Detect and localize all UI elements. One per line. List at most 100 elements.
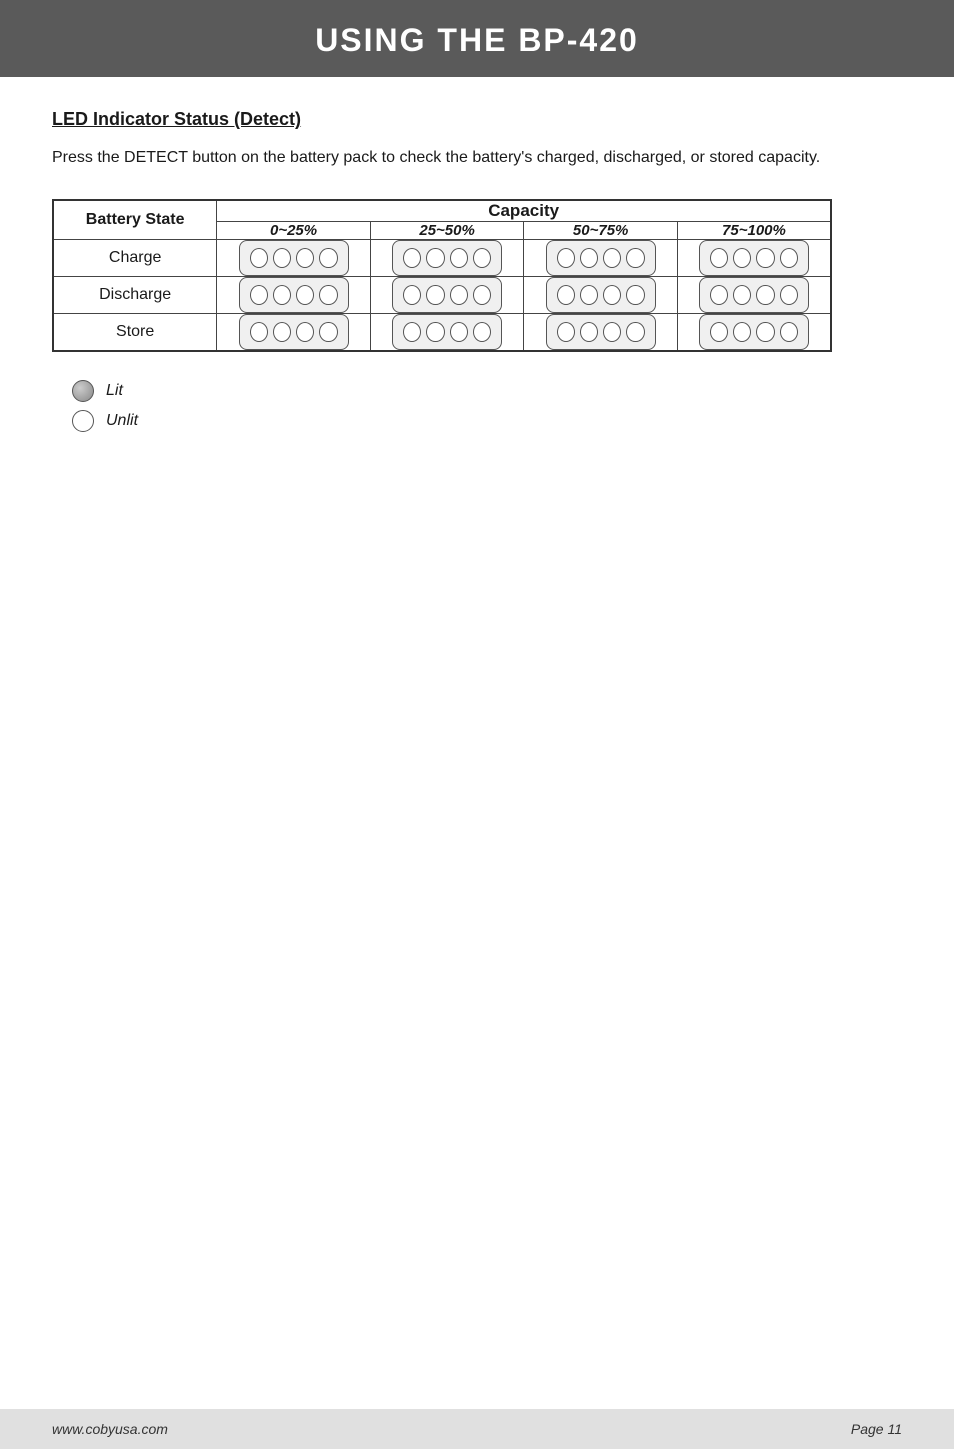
led-cell-0-3 [677,239,831,276]
state-discharge: Discharge [53,276,217,313]
led-unlit [296,285,314,305]
led-unlit [426,248,444,268]
led-unlit [273,322,291,342]
led-unlit [580,248,598,268]
led-unlit [756,285,774,305]
led-unlit [473,322,491,342]
unlit-label: Unlit [106,412,138,430]
led-unlit [756,248,774,268]
led-unlit [710,248,728,268]
led-cell-1-0 [217,276,371,313]
led-group [392,277,502,313]
led-cell-2-1 [370,313,524,351]
led-unlit [626,322,644,342]
led-unlit [580,322,598,342]
led-unlit [450,322,468,342]
led-unlit [603,285,621,305]
led-unlit [426,285,444,305]
led-unlit [296,248,314,268]
led-unlit [273,248,291,268]
led-unlit [250,248,268,268]
led-unlit [403,285,421,305]
state-charge: Charge [53,239,217,276]
led-unlit [733,322,751,342]
battery-state-header: Battery State [53,200,217,240]
page-title: USING THE BP-420 [0,22,954,59]
led-unlit [250,285,268,305]
led-unlit [319,248,337,268]
table-row: Charge [53,239,831,276]
led-unlit [557,285,575,305]
led-group [546,240,656,276]
led-cell-0-1 [370,239,524,276]
led-group [546,277,656,313]
content-area: LED Indicator Status (Detect) Press the … [0,77,954,520]
led-group [699,314,809,350]
led-cell-2-2 [524,313,678,351]
led-unlit [603,248,621,268]
legend: Lit Unlit [52,380,902,432]
section-heading: LED Indicator Status (Detect) [52,109,902,130]
led-unlit [319,285,337,305]
led-unlit [319,322,337,342]
led-unlit [603,322,621,342]
led-group [239,277,349,313]
led-unlit [273,285,291,305]
led-cell-0-0 [217,239,371,276]
led-unlit [626,285,644,305]
led-group [239,314,349,350]
led-unlit [756,322,774,342]
led-unlit [733,248,751,268]
led-unlit [626,248,644,268]
led-cell-2-3 [677,313,831,351]
led-unlit [580,285,598,305]
capacity-header: Capacity [217,200,831,222]
led-group [699,277,809,313]
led-unlit [426,322,444,342]
legend-lit: Lit [72,380,902,402]
led-unlit [733,285,751,305]
led-unlit [403,322,421,342]
led-group [392,240,502,276]
led-group [699,240,809,276]
range-75-100: 75~100% [677,221,831,239]
intro-text: Press the DETECT button on the battery p… [52,146,902,171]
led-unlit [403,248,421,268]
led-unlit [450,248,468,268]
led-cell-1-2 [524,276,678,313]
led-unlit [450,285,468,305]
legend-unlit: Unlit [72,410,902,432]
range-0-25: 0~25% [217,221,371,239]
led-unlit [557,322,575,342]
led-unlit [250,322,268,342]
lit-icon [72,380,94,402]
led-unlit [557,248,575,268]
led-group [392,314,502,350]
led-unlit [780,285,798,305]
led-group [546,314,656,350]
lit-label: Lit [106,382,123,400]
table-row: Discharge [53,276,831,313]
led-unlit [473,285,491,305]
led-unlit [710,322,728,342]
page-footer: www.cobyusa.com Page 11 [0,1409,954,1449]
footer-page: Page 11 [851,1421,902,1437]
range-50-75: 50~75% [524,221,678,239]
led-cell-2-0 [217,313,371,351]
led-unlit [780,322,798,342]
led-cell-1-1 [370,276,524,313]
unlit-icon [72,410,94,432]
led-unlit [780,248,798,268]
led-unlit [473,248,491,268]
state-store: Store [53,313,217,351]
range-25-50: 25~50% [370,221,524,239]
led-group [239,240,349,276]
led-unlit [710,285,728,305]
footer-website: www.cobyusa.com [52,1421,168,1437]
led-table: Battery State Capacity 0~25% 25~50% 50~7… [52,199,832,352]
page-header: USING THE BP-420 [0,0,954,77]
led-unlit [296,322,314,342]
led-cell-1-3 [677,276,831,313]
led-cell-0-2 [524,239,678,276]
table-row: Store [53,313,831,351]
